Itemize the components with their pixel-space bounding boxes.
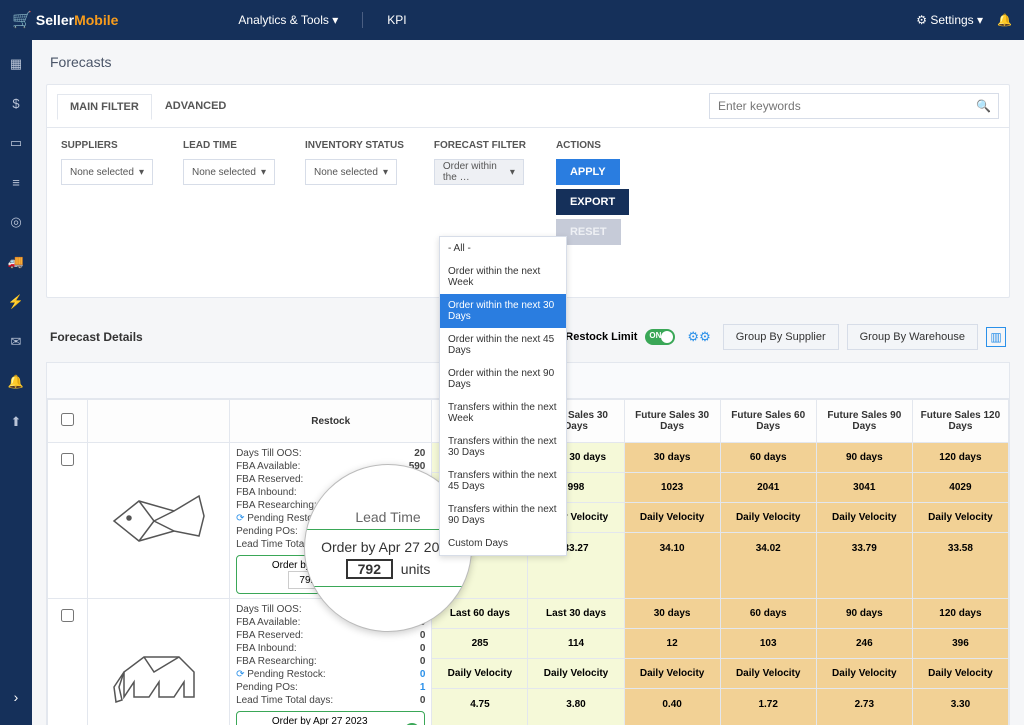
suppliers-label: SUPPLIERS (61, 140, 153, 151)
data-cell: Last 30 days 114 Daily Velocity 3.80 (528, 599, 624, 725)
forecast-option[interactable]: Order within the next 30 Days (440, 294, 566, 328)
order-box: Order by Apr 27 2023 units + (236, 711, 425, 725)
nav-upload-icon[interactable]: ⬆ (11, 414, 22, 430)
product-image (88, 478, 229, 563)
caret-down-icon: ▾ (510, 167, 515, 178)
data-cell: Last 60 days 285 Daily Velocity 4.75 (432, 599, 528, 725)
select-all-checkbox[interactable] (61, 413, 74, 426)
nav-truck-icon[interactable]: 🚚 (8, 254, 24, 270)
select-all-header (48, 400, 88, 443)
columns-icon[interactable]: ▥ (986, 327, 1006, 347)
chevron-down-icon: ▾ (977, 13, 983, 27)
data-cell: 90 days 246 Daily Velocity 2.73 (816, 599, 912, 725)
col-future120: Future Sales 120 Days (912, 400, 1008, 443)
search-input[interactable] (709, 93, 999, 119)
group-by-warehouse-button[interactable]: Group By Warehouse (847, 324, 978, 350)
leadtime-select[interactable]: None selected▾ (183, 159, 275, 185)
apply-button[interactable]: APPLY (556, 159, 620, 185)
data-cell: 120 days 4029 Daily Velocity 33.58 (912, 443, 1008, 599)
forecast-option[interactable]: Order within the next 90 Days (440, 362, 566, 396)
forecast-option[interactable]: Order within the next 45 Days (440, 328, 566, 362)
magnifier-qty: 792 (346, 559, 393, 579)
bell-icon[interactable]: 🔔 (997, 13, 1012, 27)
forecast-option[interactable]: Transfers within the next 90 Days (440, 498, 566, 532)
restock-limit-label: Restock Limit (565, 331, 637, 343)
inventory-select[interactable]: None selected▾ (305, 159, 397, 185)
top-bar: 🛒 SellerMobile Analytics & Tools ▾ KPI ⚙… (0, 0, 1024, 40)
sidebar: ▦ $ ▭ ≡ ◎ 🚚 ⚡ ✉ 🔔 ⬆ › (0, 40, 32, 725)
suppliers-select[interactable]: None selected▾ (61, 159, 153, 185)
chevron-down-icon: ▾ (332, 13, 338, 27)
forecast-option[interactable]: Order within the next Week (440, 260, 566, 294)
forecast-filter-select[interactable]: Order within the …▾ (434, 159, 524, 185)
group-by-supplier-button[interactable]: Group By Supplier (723, 324, 839, 350)
forecast-option[interactable]: Transfers within the next Week (440, 396, 566, 430)
inventory-label: INVENTORY STATUS (305, 140, 404, 151)
settings-gears-icon[interactable]: ⚙⚙ (683, 329, 714, 345)
settings-menu[interactable]: ⚙ Settings ▾ (916, 13, 983, 27)
tab-advanced[interactable]: ADVANCED (152, 93, 240, 119)
col-future90: Future Sales 90 Days (816, 400, 912, 443)
forecast-option[interactable]: Custom Days (440, 532, 566, 555)
nav-dashboard-icon[interactable]: ▦ (10, 56, 22, 72)
col-future30: Future Sales 30 Days (624, 400, 720, 443)
leadtime-label: LEAD TIME (183, 140, 275, 151)
nav-target-icon[interactable]: ◎ (10, 214, 21, 230)
nav-bolt-icon[interactable]: ⚡ (8, 294, 24, 310)
export-button[interactable]: EXPORT (556, 189, 629, 215)
restock-limit-toggle[interactable]: ON (645, 329, 675, 345)
caret-down-icon: ▾ (139, 167, 144, 178)
nav-list-icon[interactable]: ≡ (12, 175, 20, 190)
forecast-option[interactable]: Transfers within the next 45 Days (440, 464, 566, 498)
col-future60: Future Sales 60 Days (720, 400, 816, 443)
row-checkbox[interactable] (61, 609, 74, 622)
magnifier-order-by: Order by Apr 27 2023 (321, 536, 455, 558)
menu-kpi[interactable]: KPI (387, 13, 406, 27)
menu-analytics[interactable]: Analytics & Tools ▾ (238, 13, 338, 27)
actions-label: ACTIONS (556, 140, 629, 151)
forecast-filter-label: FORECAST FILTER (434, 140, 526, 151)
data-cell: 60 days 2041 Daily Velocity 34.02 (720, 443, 816, 599)
cart-icon: 🛒 (12, 10, 32, 30)
nav-bell-icon[interactable]: 🔔 (8, 374, 24, 390)
tab-main-filter[interactable]: MAIN FILTER (57, 94, 152, 120)
gear-icon: ⚙ (916, 13, 927, 27)
data-cell: 60 days 103 Daily Velocity 1.72 (720, 599, 816, 725)
nav-calendar-icon[interactable]: ▭ (10, 135, 22, 151)
logo: 🛒 SellerMobile (12, 10, 118, 30)
data-cell: 120 days 396 Daily Velocity 3.30 (912, 599, 1008, 725)
nav-money-icon[interactable]: $ (12, 96, 19, 111)
col-restock: Restock (230, 400, 432, 443)
row-checkbox[interactable] (61, 453, 74, 466)
product-image (88, 634, 229, 719)
page-title: Forecasts (32, 40, 1024, 84)
data-cell: 30 days 1023 Daily Velocity 34.10 (624, 443, 720, 599)
search-icon[interactable]: 🔍 (976, 99, 991, 113)
table-row: Days Till OOS:5 FBA Available:19 FBA Res… (48, 599, 1009, 725)
refresh-icon[interactable]: ⟳ (236, 513, 244, 524)
caret-down-icon: ▾ (383, 167, 388, 178)
magnifier-lead-time: Lead Time (355, 509, 420, 525)
nav-mail-icon[interactable]: ✉ (11, 334, 22, 350)
data-cell: 90 days 3041 Daily Velocity 33.79 (816, 443, 912, 599)
details-title: Forecast Details (50, 330, 143, 344)
data-cell: 30 days 12 Daily Velocity 0.40 (624, 599, 720, 725)
forecast-option[interactable]: - All - (440, 237, 566, 260)
caret-down-icon: ▾ (261, 167, 266, 178)
refresh-icon[interactable]: ⟳ (236, 669, 244, 680)
forecast-filter-dropdown: - All -Order within the next WeekOrder w… (439, 236, 567, 556)
forecast-option[interactable]: Transfers within the next 30 Days (440, 430, 566, 464)
sidebar-expand-icon[interactable]: › (14, 689, 19, 705)
